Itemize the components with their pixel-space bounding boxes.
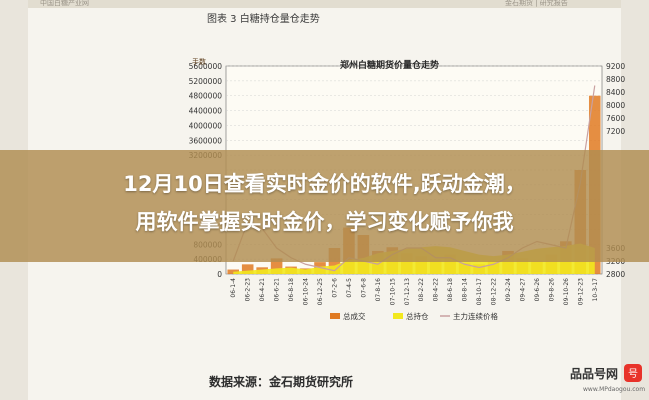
x-tick-label: 10-3-17 [592,278,599,302]
x-tick-label: 08-8-14 [462,278,469,302]
right-tick-label: 8000 [606,101,625,110]
x-tick-label: 07-2-6 [331,278,338,298]
legend-swatch [330,313,340,319]
figure-caption: 图表 3 白糖持仓量仓走势 [207,14,320,25]
svg-text:号: 号 [628,368,638,380]
x-tick-label: 07-6-8 [360,278,367,298]
left-tick-label: 5200000 [189,77,223,86]
left-tick-label: 4000000 [189,121,223,130]
x-tick-label: 06-10-24 [303,278,310,305]
right-tick-label: 8400 [606,88,625,97]
x-tick-label: 08-2-22 [418,278,425,302]
x-tick-label: 09-2-24 [505,278,512,302]
left-axis-unit: 手数 [192,58,206,66]
x-tick-label: 06-12-25 [317,278,324,305]
x-tick-label: 06-8-18 [288,278,295,302]
x-tick-label: 09-4-27 [519,278,526,302]
top-left-text: 中国白糖产业网 [40,0,89,7]
x-tick-label: 06-4-21 [259,278,266,302]
x-tick-label: 09-10-26 [563,278,570,305]
x-tick-label: 07-4-5 [346,278,353,298]
x-tick-label: 09-6-26 [534,278,541,302]
left-tick-label: 4400000 [189,107,223,116]
x-tick-label: 07-8-16 [375,278,382,302]
x-tick-label: 06-6-21 [274,278,281,302]
left-tick-label: 3600000 [189,136,223,145]
x-tick-label: 07-12-13 [404,278,411,305]
right-tick-label: 9200 [606,62,625,71]
source-note: 数据来源：金石期货研究所 [209,375,354,389]
headline-line-1: 12月10日查看实时金价的软件,跃动金潮， [123,172,526,196]
legend-label: 总成交 [343,311,366,321]
top-right-text: 金石期货 | 研究报告 [505,0,568,7]
x-tick-label: 08-4-22 [433,278,440,302]
x-tick-label: 06-1-4 [230,278,237,298]
x-tick-label: 07-10-15 [389,278,396,305]
chart-title: 郑州白糖期货价量仓走势 [340,61,440,71]
legend-label: 主力连续价格 [453,311,498,321]
left-tick-label: 0 [217,270,222,279]
x-tick-label: 08-10-17 [476,278,483,305]
legend-label: 总持仓 [406,311,429,321]
legend-swatch [393,313,403,319]
watermark-brand: 品品号网 [570,366,618,381]
x-tick-label: 08-6-18 [447,278,454,302]
x-tick-label: 08-12-22 [491,278,498,305]
headline-line-2: 用软件掌握实时金价，学习变化赋予你我 [135,210,514,234]
right-tick-label: 7600 [606,114,625,123]
left-tick-label: 4800000 [189,92,223,101]
right-tick-label: 7200 [606,127,625,136]
page: 中国白糖产业网 金石期货 | 研究报告 图表 3 白糖持仓量仓走势 560000… [0,0,649,400]
watermark-url: www.MPdaogou.com [583,386,646,393]
x-tick-label: 09-8-26 [548,278,555,302]
right-tick-label: 2800 [606,270,625,279]
right-tick-label: 8800 [606,75,625,84]
x-tick-label: 06-2-23 [245,278,252,302]
x-tick-label: 09-12-23 [577,278,584,305]
